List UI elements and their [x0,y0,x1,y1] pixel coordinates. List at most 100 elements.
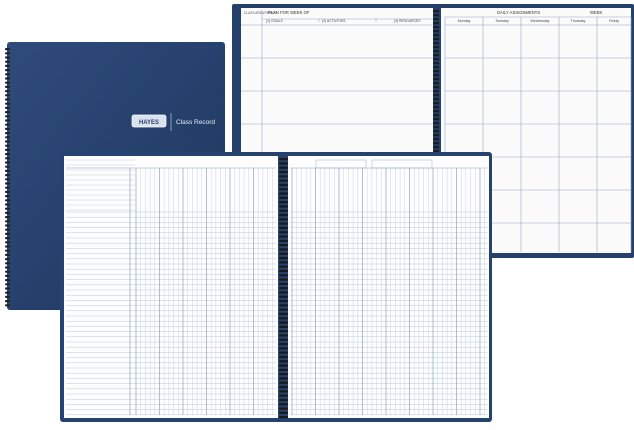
spiral-coil [279,170,288,174]
spiral-coil [279,162,288,165]
spiral-coil [5,161,10,164]
spiral-coil [5,274,10,277]
spiral-coil [5,123,10,126]
spiral-coil [279,338,288,341]
spiral-coil [279,368,288,371]
spiral-coil [433,26,439,29]
spiral-coil [279,278,288,281]
spiral-coil [279,304,288,307]
spiral-coil [5,169,10,172]
spiral-coil [279,321,288,324]
cover-title: Class Record [176,119,215,126]
spiral-coil [5,182,10,185]
spiral-coil [279,226,288,230]
spiral-coil [5,211,10,214]
spiral-coil [433,50,439,53]
spiral-coil [279,201,288,204]
spiral-coil [279,248,288,251]
spiral-coil [279,269,288,273]
spiral-coil [5,115,10,118]
spiral-coil [433,122,439,125]
spiral-coil [279,209,288,212]
lesson-sub-activities: (2) ACTIVITIES [322,19,346,23]
spiral-coil [5,237,10,240]
spiral-coil [433,86,439,89]
spiral-coil [279,274,288,277]
spiral-coil [279,231,288,234]
spiral-coil [5,153,10,156]
spiral-coil [5,77,10,80]
spiral-coil [5,291,10,294]
spiral-coil [433,30,439,33]
spiral-coil [5,132,10,135]
spiral-coil [5,216,10,219]
spiral-coil [279,261,288,264]
spiral-coil [279,291,288,294]
product-photo: HAYES Class Record CLASS AREA PERIOD PLA… [0,0,634,425]
spiral-coil [5,85,10,88]
spiral-coil [433,134,439,137]
spiral-coil [5,119,10,122]
spiral-coil [279,256,288,260]
spiral-coil [5,148,10,151]
spiral-coil [433,46,439,49]
spiral-coil [5,94,10,97]
spiral-coil [5,98,10,101]
spiral-coil [433,110,439,113]
spiral-coil [279,196,288,199]
spiral-coil [279,381,288,384]
spiral-coil [279,390,288,393]
spiral-coil [5,165,10,168]
spiral-coil [5,157,10,160]
spiral-coil [279,342,288,346]
spiral-coil [433,82,439,85]
lesson-right-header: DAILY ASSIGNMENTS [497,10,540,15]
spiral-coil [5,287,10,290]
spiral-coil [5,90,10,93]
spiral-coil [5,207,10,210]
spiral-coil [279,166,288,169]
spiral-coil [5,262,10,265]
spiral-coil [433,102,439,105]
spiral-coil [433,126,439,129]
spiral-coil [279,265,288,268]
spiral-coil [279,239,288,242]
spiral-coil [433,38,439,41]
spiral-coil [433,90,439,93]
spiral-coil [433,114,439,117]
spiral-coil [279,192,288,195]
spiral-coil [433,22,439,25]
spiral-coil [279,299,288,303]
spiral-coil [279,330,288,333]
spiral-coil [433,130,439,133]
spiral-coil [279,179,288,182]
spiral-coil [433,118,439,121]
spiral-coil [433,138,439,141]
spiral-coil [279,295,288,298]
spiral-coil [279,411,288,414]
lesson-left-header: PLAN FOR WEEK OF [268,10,310,15]
spiral-coil [5,48,10,51]
record-spiral [279,158,288,419]
spiral-coil [433,150,439,153]
spiral-coil [433,58,439,61]
spiral-coil [279,373,288,376]
spiral-coil [5,56,10,59]
spiral-coil [5,249,10,252]
spiral-coil [5,64,10,67]
spiral-coil [279,347,288,350]
spiral-coil [5,69,10,72]
spiral-coil [5,258,10,261]
spiral-coil [433,14,439,17]
day-wednesday: Wednesday [531,19,550,23]
spiral-coil [279,188,288,191]
spiral-coil [5,102,10,105]
day-thursday: Thursday [571,19,586,23]
spiral-coil [433,98,439,101]
spiral-coil [433,62,439,65]
spiral-coil [433,70,439,73]
spiral-coil [5,195,10,198]
spiral-coil [433,94,439,97]
spiral-coil [279,360,288,363]
spiral-coil [5,283,10,286]
